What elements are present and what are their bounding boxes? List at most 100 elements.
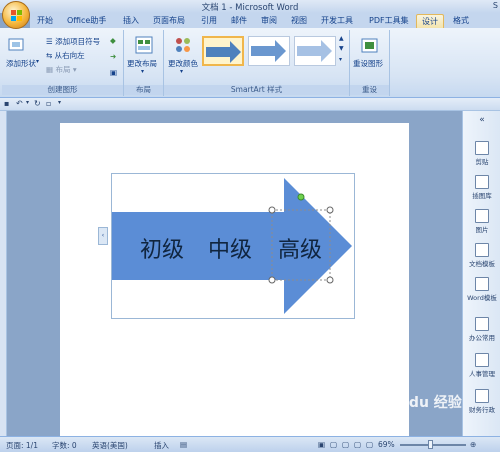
change-colors-dropdown-icon[interactable]: ▾ (180, 68, 183, 75)
layout-button[interactable]: ▦ 布局 ▾ (46, 64, 77, 75)
add-shape-icon (8, 36, 26, 54)
window-right-label: S (492, 1, 498, 10)
print-preview-icon[interactable]: ▫ (46, 99, 51, 108)
tab-insert[interactable]: 插入 (118, 14, 144, 28)
panel-item-label: 人事管理 (469, 370, 495, 378)
redo-icon[interactable]: ↻ (34, 99, 41, 108)
panel-item-label: 办公常用 (469, 334, 495, 342)
zoom-slider-thumb[interactable] (428, 440, 433, 449)
demote-arrow-icon[interactable]: ➜ (110, 52, 116, 61)
right-to-left-icon: ⇆ (46, 51, 55, 60)
add-shape-button[interactable]: 添加形状 (6, 58, 36, 69)
status-bar: 页面: 1/1 字数: 0 英语(美国) 插入 ▤ ▣ ▢ ▢ ▢ ▢ 69% … (0, 436, 500, 452)
tab-view[interactable]: 视图 (286, 14, 312, 28)
undo-dropdown-icon[interactable]: ▾ (26, 99, 29, 106)
panel-item-finance[interactable]: 财务行政 (463, 389, 500, 414)
panel-item-clipboard[interactable]: 剪贴 (463, 141, 500, 166)
style-option-1[interactable] (202, 36, 244, 66)
macro-record-icon[interactable]: ▤ (180, 440, 187, 449)
smartart-item-beginner[interactable]: 初级 (140, 232, 184, 264)
window-controls: S (493, 1, 498, 10)
view-full-screen-icon[interactable]: ▢ (330, 440, 337, 449)
briefcase-icon (475, 317, 489, 331)
rotation-handle (297, 193, 305, 201)
qat-customize-icon[interactable]: ▾ (58, 99, 61, 106)
tab-pdf-tools[interactable]: PDF工具集 (364, 14, 414, 28)
status-words[interactable]: 字数: 0 (52, 440, 77, 451)
add-bullet-button[interactable]: ☰ 添加项目符号 (46, 36, 100, 47)
view-web-icon[interactable]: ▢ (342, 440, 349, 449)
panel-item-hr[interactable]: 人事管理 (463, 353, 500, 378)
tab-home[interactable]: 开始 (32, 14, 58, 28)
selection-handle (268, 276, 276, 284)
quick-access-toolbar: ▪ ↶ ▾ ↻ ▫ ▾ (0, 98, 500, 111)
style-scroll-up-icon[interactable]: ▲ (339, 35, 344, 42)
view-draft-icon[interactable]: ▢ (366, 440, 373, 449)
group-smartart-styles: 更改颜色 ▾ ▲ ▼ ▾ SmartArt 样式 (164, 30, 350, 96)
scissors-icon (475, 175, 489, 189)
panel-item-word-template[interactable]: Word模板 (463, 277, 500, 302)
tab-review[interactable]: 审阅 (256, 14, 282, 28)
zoom-slider[interactable] (400, 444, 466, 446)
style-arrow-icon (251, 40, 286, 62)
vertical-ruler (0, 111, 7, 436)
selection-handle (326, 276, 334, 284)
tab-developer[interactable]: 开发工具 (316, 14, 358, 28)
selection-handle (326, 206, 334, 214)
group-create-graphic-label: 创建图形 (2, 85, 123, 95)
panel-item-clipart[interactable]: 插图库 (463, 175, 500, 200)
document-icon (475, 243, 489, 257)
group-layouts-label: 布局 (124, 85, 163, 95)
right-to-left-button[interactable]: ⇆ 从右向左 (46, 50, 85, 61)
group-smartart-styles-label: SmartArt 样式 (164, 85, 349, 95)
group-create-graphic: 添加形状 ▾ ☰ 添加项目符号 ⇆ 从右向左 ▦ 布局 ▾ ◆ ➜ ▣ 创建图形 (2, 30, 124, 96)
panel-item-label: 图片 (475, 226, 489, 234)
style-option-3[interactable] (294, 36, 336, 66)
tab-office-assistant[interactable]: Office助手 (62, 14, 111, 28)
chart-icon (475, 209, 489, 223)
right-to-left-label: 从右向左 (54, 51, 85, 60)
tab-format[interactable]: 格式 (448, 14, 474, 28)
status-page[interactable]: 页面: 1/1 (6, 440, 38, 451)
zoom-in-icon[interactable]: ⊕ (470, 440, 476, 449)
status-zoom[interactable]: 69% (378, 440, 395, 449)
office-logo-icon (11, 10, 22, 21)
status-language[interactable]: 英语(美国) (92, 440, 128, 451)
panel-item-label: 剪贴 (475, 158, 489, 166)
tab-mailings[interactable]: 邮件 (226, 14, 252, 28)
person-icon (475, 353, 489, 367)
smartart-item-advanced[interactable]: 高级 (278, 232, 322, 264)
view-outline-icon[interactable]: ▢ (354, 440, 361, 449)
smartart-item-intermediate[interactable]: 中级 (208, 232, 252, 264)
status-insert[interactable]: 插入 (154, 440, 169, 451)
promote-up-icon[interactable]: ◆ (110, 36, 116, 45)
text-pane-toggle-icon[interactable]: ‹ (98, 227, 108, 245)
panel-item-doc-template[interactable]: 文档模板 (463, 243, 500, 268)
style-more-icon[interactable]: ▾ (339, 56, 342, 63)
document-page[interactable]: 初级 中级 高级 ‹ (60, 123, 409, 436)
save-icon[interactable]: ▪ (4, 99, 9, 108)
panel-item-picture[interactable]: 图片 (463, 209, 500, 234)
smartart-frame[interactable]: 初级 中级 高级 (111, 173, 355, 319)
group-reset-label: 重设 (350, 85, 389, 95)
undo-icon[interactable]: ↶ (16, 99, 23, 108)
style-option-2[interactable] (248, 36, 290, 66)
baidu-watermark: Baidu 经验 (384, 395, 462, 411)
panel-item-label: 财务行政 (469, 406, 495, 414)
tab-references[interactable]: 引用 (196, 14, 222, 28)
office-button[interactable] (2, 1, 30, 29)
layout-label: 布局 (55, 65, 71, 74)
panel-collapse-icon[interactable]: « (463, 115, 500, 125)
panel-item-office[interactable]: 办公常用 (463, 317, 500, 342)
panel-item-label: 插图库 (472, 192, 492, 200)
change-colors-icon (174, 36, 192, 54)
view-print-layout-icon[interactable]: ▣ (318, 440, 325, 449)
add-shape-dropdown-icon[interactable]: ▾ (36, 58, 39, 65)
change-layout-dropdown-icon[interactable]: ▾ (141, 68, 144, 75)
text-pane-icon[interactable]: ▣ (110, 68, 117, 77)
tab-design[interactable]: 设计 (416, 14, 444, 28)
tab-page-layout[interactable]: 页面布局 (148, 14, 190, 28)
panel-item-label: Word模板 (467, 294, 497, 302)
style-scroll-down-icon[interactable]: ▼ (339, 45, 344, 52)
reset-graphic-button[interactable]: 重设图形 (353, 58, 383, 69)
